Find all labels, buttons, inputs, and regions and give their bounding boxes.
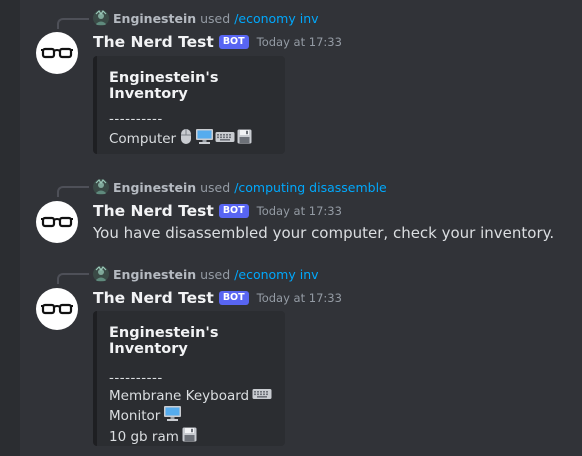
inventory-item: Membrane Keyboard (109, 387, 273, 405)
floppy-disk-icon (237, 129, 252, 149)
message-text: You have disassembled your computer, che… (93, 224, 555, 242)
timestamp: Today at 17:33 (256, 204, 342, 218)
reply-command[interactable]: /computing disassemble (234, 180, 387, 195)
inventory-item: Monitor (109, 405, 273, 427)
monitor-icon (163, 405, 182, 427)
reply-preview[interactable]: Enginestein used /economy inv (93, 266, 319, 282)
floppy-disk-icon (182, 427, 197, 447)
reply-command[interactable]: /economy inv (234, 267, 318, 282)
item-label: Membrane Keyboard (109, 388, 250, 404)
avatar[interactable] (36, 32, 78, 74)
timestamp: Today at 17:33 (256, 35, 342, 49)
mouse-icon (179, 128, 193, 150)
reply-connector (57, 18, 89, 29)
avatar[interactable] (36, 201, 78, 243)
embed-separator: ---------- (109, 111, 163, 127)
reply-username[interactable]: Enginestein (113, 267, 196, 282)
glasses-icon (41, 47, 73, 59)
glasses-icon (41, 216, 73, 228)
reply-connector (57, 273, 89, 284)
reply-avatar (93, 179, 109, 195)
reply-avatar (93, 266, 109, 282)
reply-username[interactable]: Enginestein (113, 180, 196, 195)
reply-used-text: used (200, 179, 231, 195)
bot-badge: BOT (218, 35, 249, 49)
embed-separator: ---------- (109, 370, 163, 386)
avatar[interactable] (36, 288, 78, 330)
bot-badge: BOT (218, 291, 249, 305)
inventory-item: 10 gb ram (109, 427, 273, 447)
inventory-item: Computer (109, 128, 273, 150)
inventory-embed: Enginestein's Inventory ---------- Membr… (93, 311, 285, 446)
reply-avatar (93, 10, 109, 26)
author-name[interactable]: The Nerd Test (93, 202, 214, 220)
reply-used-text: used (200, 10, 231, 26)
author-name[interactable]: The Nerd Test (93, 289, 214, 307)
embed-title: Enginestein's Inventory (109, 325, 219, 357)
reply-username[interactable]: Enginestein (113, 11, 196, 26)
channel-gutter (0, 0, 20, 456)
item-label: 10 gb ram (109, 429, 179, 445)
item-label: Monitor (109, 408, 161, 424)
author-name[interactable]: The Nerd Test (93, 33, 214, 51)
reply-command[interactable]: /economy inv (234, 11, 318, 26)
embed-title: Enginestein's Inventory (109, 70, 219, 102)
monitor-icon (195, 128, 214, 150)
keyboard-icon (252, 387, 272, 405)
reply-connector (57, 186, 89, 197)
glasses-icon (41, 303, 73, 315)
keyboard-icon (215, 130, 235, 148)
inventory-embed: Enginestein's Inventory ---------- Compu… (93, 56, 285, 154)
item-label: Computer (109, 131, 177, 147)
reply-used-text: used (200, 266, 231, 282)
reply-preview[interactable]: Enginestein used /computing disassemble (93, 179, 387, 195)
reply-preview[interactable]: Enginestein used /economy inv (93, 10, 319, 26)
bot-badge: BOT (218, 204, 249, 218)
timestamp: Today at 17:33 (256, 291, 342, 305)
